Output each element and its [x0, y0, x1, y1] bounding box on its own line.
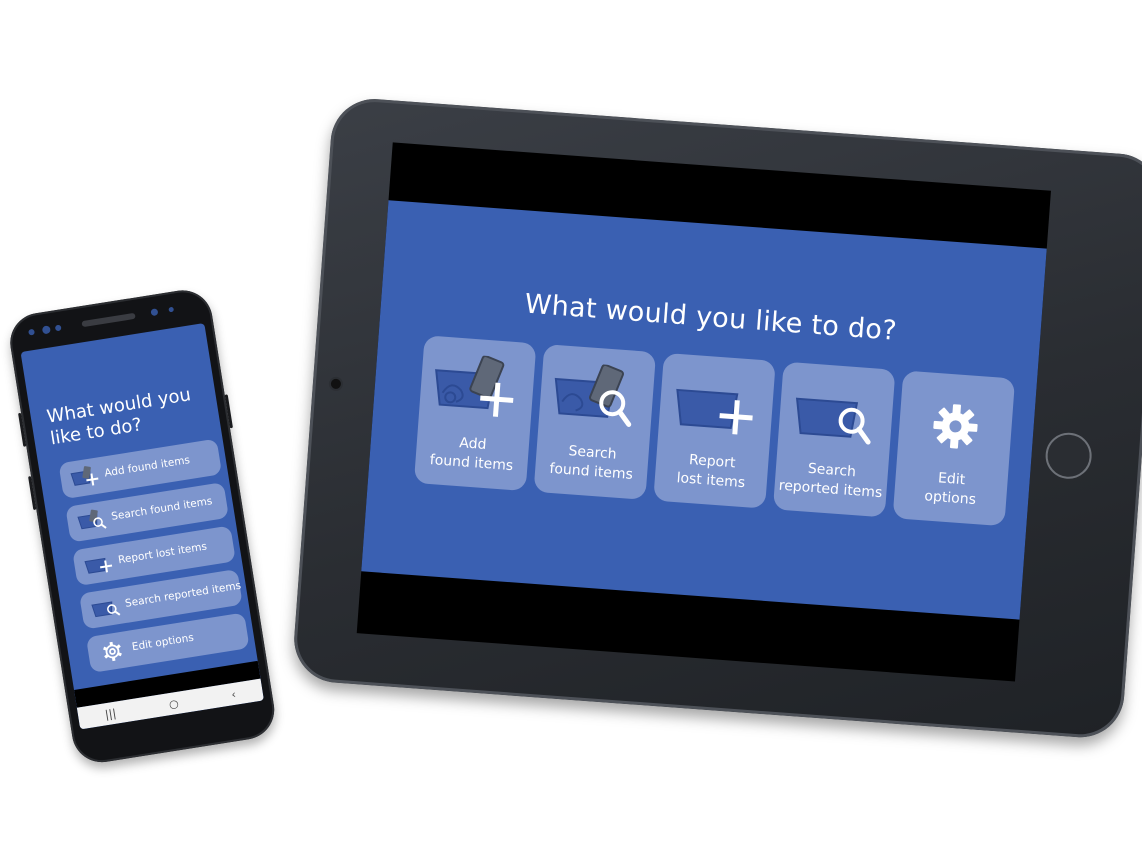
tablet-tile-grid: Add found items Search found items Repor…: [413, 335, 1023, 529]
gear-icon: [933, 404, 978, 449]
recents-button[interactable]: |||: [104, 706, 117, 721]
phone-power-button[interactable]: [224, 394, 233, 429]
phone-device: What would you like to do? Add found ite…: [6, 286, 279, 767]
tile-label: Search reported items: [778, 460, 883, 502]
tablet-camera: [330, 378, 342, 390]
tile-edit-options[interactable]: Edit options: [892, 370, 1016, 527]
report-lost-items-icon: [84, 557, 113, 574]
add-found-items-icon: [435, 355, 514, 417]
phone-item-label: Add found items: [103, 454, 191, 480]
phone-screen: What would you like to do? Add found ite…: [20, 323, 264, 730]
tablet-home-button[interactable]: [1044, 431, 1094, 481]
search-found-items-icon: [554, 363, 632, 427]
phone-volume-button[interactable]: [18, 412, 27, 447]
phone-bixby-button[interactable]: [28, 476, 37, 511]
add-found-items-icon: [70, 466, 99, 486]
tile-search-reported-items[interactable]: Search reported items: [772, 361, 896, 518]
tile-label: Report lost items: [676, 452, 746, 492]
tile-search-found-items[interactable]: Search found items: [533, 344, 657, 500]
tablet-app-view: What would you like to do? Add found ite…: [361, 200, 1047, 620]
back-button[interactable]: ‹: [230, 687, 236, 701]
report-lost-items-icon: [676, 388, 753, 435]
tile-label: Search found items: [548, 443, 634, 483]
phone-sensor: [168, 306, 175, 313]
tile-label: Edit options: [923, 470, 977, 509]
search-found-items-icon: [77, 509, 107, 530]
phone-front-camera: [41, 325, 51, 335]
gear-icon: [103, 641, 122, 662]
phone-sensor: [28, 328, 35, 336]
search-reported-items-icon: [795, 397, 871, 445]
tile-add-found-items[interactable]: Add found items: [413, 335, 537, 492]
phone-item-label: Search found items: [110, 495, 214, 523]
phone-item-label: Report lost items: [117, 540, 208, 567]
tablet-device: What would you like to do? Add found ite…: [291, 96, 1142, 741]
phone-sensor: [150, 308, 159, 317]
phone-item-label: Search reported items: [124, 579, 242, 610]
search-reported-items-icon: [91, 601, 121, 618]
tile-label: Add found items: [429, 435, 514, 475]
tile-report-lost-items[interactable]: Report lost items: [653, 352, 776, 509]
phone-page-title: What would you like to do?: [45, 384, 193, 450]
tablet-screen: What would you like to do? Add found ite…: [356, 142, 1051, 682]
phone-speaker: [81, 312, 136, 328]
phone-item-label: Edit options: [131, 631, 195, 654]
home-button[interactable]: ○: [168, 696, 180, 710]
phone-sensor: [54, 324, 62, 332]
